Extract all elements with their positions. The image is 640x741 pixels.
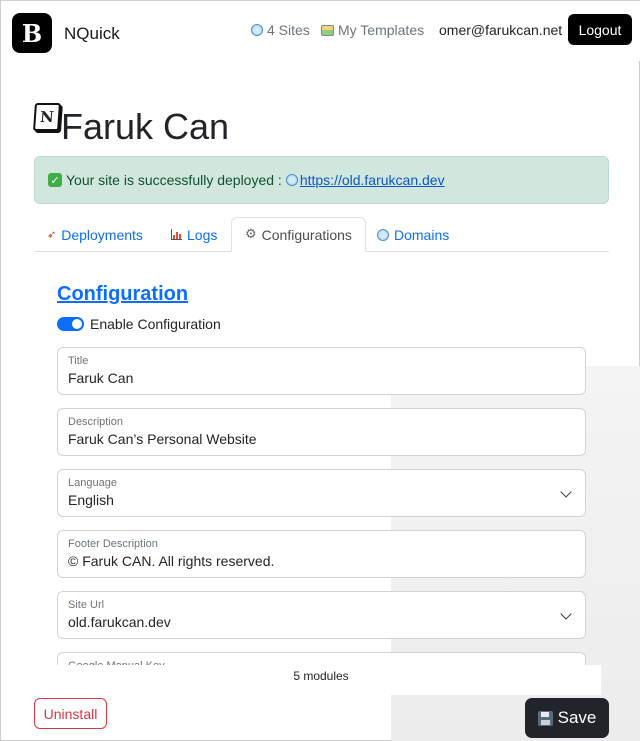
brand-logo[interactable]: B [12,13,52,53]
site-heading: N Faruk Can [33,103,230,147]
description-field[interactable]: Description Faruk Can’s Personal Website [57,408,586,456]
page-title: Faruk Can [61,106,230,147]
save-label: Save [557,708,597,727]
user-email: omer@farukcan.net [439,22,563,38]
modules-count: 5 modules [293,669,349,683]
tab-label: Logs [187,226,218,243]
bar-chart-icon [171,229,182,240]
tab-label: Deployments [61,226,143,243]
brand-name[interactable]: NQuick [64,24,120,44]
globe-icon [285,174,298,186]
field-value: Faruk Can [68,370,134,386]
globe-icon [377,228,389,241]
site-url-select[interactable]: Site Url old.farukcan.dev [57,591,586,639]
field-label: Title [68,355,89,367]
tab-bar: ➶ Deployments Logs ⚙ Configurations Doma… [34,217,609,252]
field-value: © Faruk CAN. All rights reserved. [68,553,275,569]
success-alert: ✓ Your site is successfully deployed : h… [34,156,609,204]
site-url-link[interactable]: https://old.farukcan.dev [285,172,445,188]
field-value: Faruk Can’s Personal Website [68,431,257,447]
enable-configuration-toggle[interactable] [57,317,84,331]
floppy-disk-icon [537,710,553,726]
field-label: Site Url [68,599,105,611]
language-select[interactable]: Language English [57,469,586,517]
nav-templates-link[interactable]: My Templates [321,22,424,38]
site-url-text: https://old.farukcan.dev [299,172,445,188]
title-field[interactable]: Title Faruk Can [57,347,586,395]
tab-configurations[interactable]: ⚙ Configurations [231,217,366,252]
tab-domains[interactable]: Domains [377,217,449,252]
gear-icon: ⚙ [245,227,257,242]
configuration-heading[interactable]: Configuration [57,283,188,306]
field-value: English [68,492,114,508]
navbar: B NQuick 4 Sites My Templates omer@faruk… [1,1,640,61]
logout-button[interactable]: Logout [568,14,632,45]
save-button[interactable]: Save [525,698,609,738]
enable-configuration-label: Enable Configuration [90,316,221,332]
uninstall-button[interactable]: Uninstall [34,698,107,729]
field-label: Description [68,416,124,428]
picture-icon [321,24,334,36]
rocket-icon: ➶ [47,228,57,241]
notion-icon: N [33,103,61,131]
tab-label: Configurations [261,226,352,243]
tab-logs[interactable]: Logs [171,217,217,252]
field-value: old.farukcan.dev [68,614,171,630]
check-icon: ✓ [48,173,62,187]
alert-message: Your site is successfully deployed : [66,172,282,188]
tab-label: Domains [394,226,450,243]
field-label: Footer Description [68,538,158,550]
tab-deployments[interactable]: ➶ Deployments [47,217,143,252]
globe-icon [251,24,263,36]
field-label: Language [68,477,117,489]
nav-sites-link[interactable]: 4 Sites [251,22,310,38]
nav-sites-label: 4 Sites [267,22,310,38]
nav-templates-label: My Templates [338,22,425,38]
footer-description-field[interactable]: Footer Description © Faruk CAN. All righ… [57,530,586,578]
